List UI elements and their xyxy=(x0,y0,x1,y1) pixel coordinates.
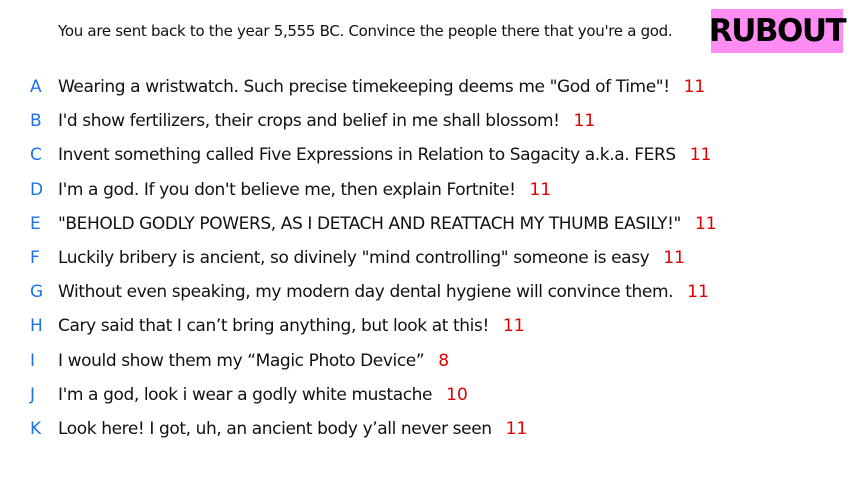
answer-letter: I xyxy=(30,350,36,371)
answer-score: 10 xyxy=(446,384,468,405)
answer-score: 8 xyxy=(438,350,450,371)
answer-score: 11 xyxy=(683,77,706,98)
answer-letter: C xyxy=(30,145,42,166)
answer-score: 11 xyxy=(529,179,552,200)
answer-row-h: H Cary said that I can’t bring anything,… xyxy=(0,309,853,343)
answer-list: A Wearing a wristwatch. Such precise tim… xyxy=(0,70,853,446)
answer-text: Look here! I got, uh, an ancient body y’… xyxy=(58,418,492,439)
rubout-badge: RUBOUT xyxy=(708,9,847,53)
rubout-badge-label: RUBOUT xyxy=(708,13,847,49)
answer-text: Cary said that I can’t bring anything, b… xyxy=(58,316,489,337)
answer-score: 11 xyxy=(573,111,596,132)
answer-text: I'm a god, look i wear a godly white mus… xyxy=(58,384,433,405)
answer-row-f: F Luckily bribery is ancient, so divinel… xyxy=(0,241,853,275)
answer-row-k: K Look here! I got, uh, an ancient body … xyxy=(0,412,853,446)
answer-row-b: B I'd show fertilizers, their crops and … xyxy=(0,104,853,138)
answer-row-c: C Invent something called Five Expressio… xyxy=(0,138,853,172)
answer-letter: H xyxy=(30,316,43,337)
answer-letter: E xyxy=(30,213,41,234)
answer-text: Without even speaking, my modern day den… xyxy=(58,282,674,303)
answer-text: Invent something called Five Expressions… xyxy=(58,145,676,166)
answer-letter: G xyxy=(30,282,44,303)
answer-letter: J xyxy=(30,384,36,405)
answer-text: "BEHOLD GODLY POWERS, AS I DETACH AND RE… xyxy=(58,213,681,234)
answer-letter: A xyxy=(30,77,42,98)
answer-letter: B xyxy=(30,111,42,132)
answer-row-e: E "BEHOLD GODLY POWERS, AS I DETACH AND … xyxy=(0,207,853,241)
answer-text: I would show them my “Magic Photo Device… xyxy=(58,350,425,371)
answer-text: I'd show fertilizers, their crops and be… xyxy=(58,111,560,132)
answer-score: 11 xyxy=(663,248,685,269)
answer-score: 11 xyxy=(689,145,712,166)
answer-row-a: A Wearing a wristwatch. Such precise tim… xyxy=(0,70,853,104)
answer-letter: K xyxy=(30,418,42,439)
answer-row-d: D I'm a god. If you don't believe me, th… xyxy=(0,173,853,207)
answer-row-g: G Without even speaking, my modern day d… xyxy=(0,275,853,309)
answer-letter: F xyxy=(30,248,40,269)
answer-score: 11 xyxy=(687,282,709,303)
answer-score: 11 xyxy=(505,418,528,439)
answer-score: 11 xyxy=(694,213,717,234)
answer-row-j: J I'm a god, look i wear a godly white m… xyxy=(0,378,853,412)
answer-row-i: I I would show them my “Magic Photo Devi… xyxy=(0,344,853,378)
answer-letter: D xyxy=(30,179,44,200)
answer-text: Wearing a wristwatch. Such precise timek… xyxy=(58,77,670,98)
prompt-text: You are sent back to the year 5,555 BC. … xyxy=(58,22,673,40)
answer-text: Luckily bribery is ancient, so divinely … xyxy=(58,248,650,269)
answer-score: 11 xyxy=(502,316,525,337)
answer-text: I'm a god. If you don't believe me, then… xyxy=(58,179,516,200)
